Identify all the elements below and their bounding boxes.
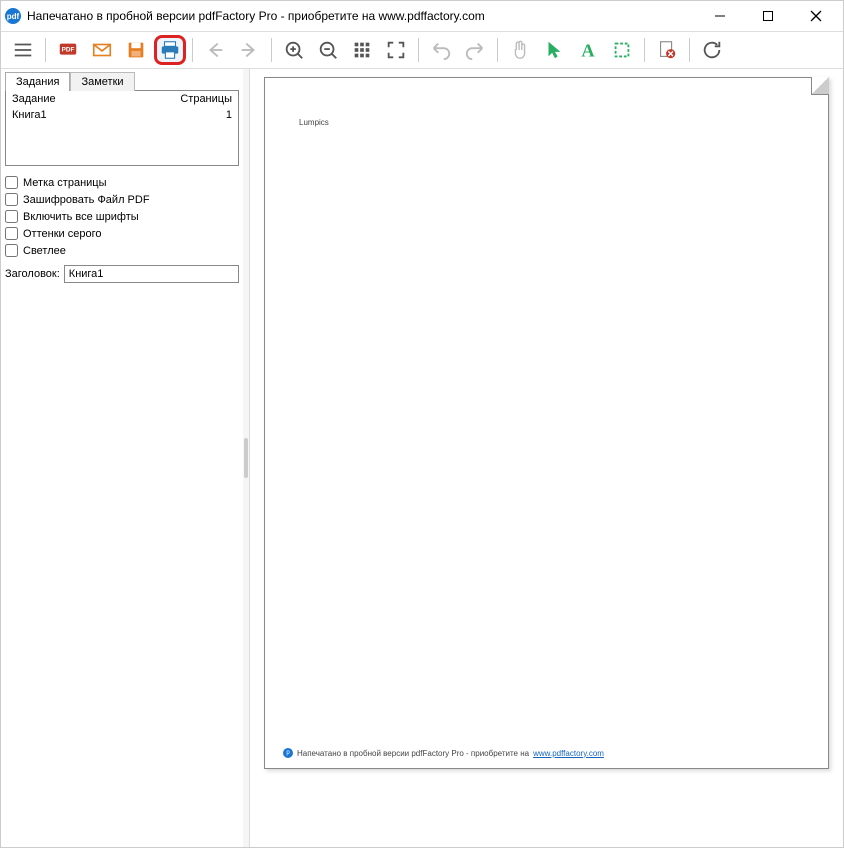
pdf-icon: PDF [57,39,79,61]
splitter-grip-icon [244,438,248,478]
minimize-button[interactable] [705,6,735,26]
check-embed-fonts-input[interactable] [5,210,18,223]
hand-tool-button[interactable] [504,35,536,65]
check-lighter-input[interactable] [5,244,18,257]
check-page-mark-input[interactable] [5,176,18,189]
close-button[interactable] [801,6,831,26]
menu-button[interactable] [7,35,39,65]
forward-button[interactable] [233,35,265,65]
undo-icon [430,39,452,61]
app-window: pdf Напечатано в пробной версии pdfFacto… [0,0,844,848]
title-input[interactable] [64,265,239,283]
window-title: Напечатано в пробной версии pdfFactory P… [27,9,705,23]
save-icon [125,39,147,61]
main-body: Задания Заметки Задание Страницы Книга1 … [1,69,843,847]
check-lighter[interactable]: Светлее [5,244,239,257]
delete-page-icon [656,39,678,61]
svg-text:PDF: PDF [62,46,75,53]
redo-button[interactable] [459,35,491,65]
print-button[interactable] [154,35,186,65]
grid-icon [351,39,373,61]
hamburger-icon [12,39,34,61]
text-icon: A [577,39,599,61]
job-list: Задание Страницы Книга1 1 [5,90,239,166]
col-job: Задание [12,93,180,105]
preview-pane: Lumpics p Напечатано в пробной версии pd… [249,69,843,847]
tab-notes[interactable]: Заметки [70,72,134,91]
text-tool-button[interactable]: A [572,35,604,65]
pdf-page[interactable]: Lumpics p Напечатано в пробной версии pd… [264,77,829,769]
back-button[interactable] [199,35,231,65]
fullscreen-icon [385,39,407,61]
delete-page-button[interactable] [651,35,683,65]
svg-text:A: A [581,40,595,60]
zoom-out-button[interactable] [312,35,344,65]
check-grayscale-input[interactable] [5,227,18,240]
check-encrypt-input[interactable] [5,193,18,206]
sidebar-tabs: Задания Заметки [5,71,239,90]
tab-jobs[interactable]: Задания [5,72,70,91]
title-label: Заголовок: [5,268,60,280]
arrow-right-icon [238,39,260,61]
pdf-mini-icon: p [283,748,293,758]
thumbnails-button[interactable] [346,35,378,65]
sidebar: Задания Заметки Задание Страницы Книга1 … [1,69,243,847]
zoom-out-icon [317,39,339,61]
zoom-in-button[interactable] [278,35,310,65]
redo-icon [464,39,486,61]
fullscreen-button[interactable] [380,35,412,65]
app-icon: pdf [5,8,21,24]
check-grayscale[interactable]: Оттенки серого [5,227,239,240]
crop-tool-button[interactable] [606,35,638,65]
hand-icon [509,39,531,61]
undo-button[interactable] [425,35,457,65]
pointer-tool-button[interactable] [538,35,570,65]
trial-watermark: p Напечатано в пробной версии pdfFactory… [283,748,810,758]
check-embed-fonts[interactable]: Включить все шрифты [5,210,239,223]
refresh-button[interactable] [696,35,728,65]
crop-icon [611,39,633,61]
arrow-left-icon [204,39,226,61]
zoom-in-icon [283,39,305,61]
save-button[interactable] [120,35,152,65]
check-page-mark[interactable]: Метка страницы [5,176,239,189]
printer-icon [159,39,181,61]
email-button[interactable] [86,35,118,65]
job-pages: 1 [226,109,232,121]
toolbar: PDF [1,31,843,69]
cursor-icon [543,39,565,61]
job-name: Книга1 [12,109,226,121]
job-row[interactable]: Книга1 1 [6,107,238,123]
view-pdf-button[interactable]: PDF [52,35,84,65]
page-content: Lumpics [299,118,794,127]
maximize-button[interactable] [753,6,783,26]
col-pages: Страницы [180,93,232,105]
check-encrypt[interactable]: Зашифровать Файл PDF [5,193,239,206]
refresh-icon [701,39,723,61]
titlebar: pdf Напечатано в пробной версии pdfFacto… [1,1,843,31]
watermark-link[interactable]: www.pdffactory.com [533,749,604,758]
page-fold-icon [811,77,829,95]
envelope-icon [91,39,113,61]
